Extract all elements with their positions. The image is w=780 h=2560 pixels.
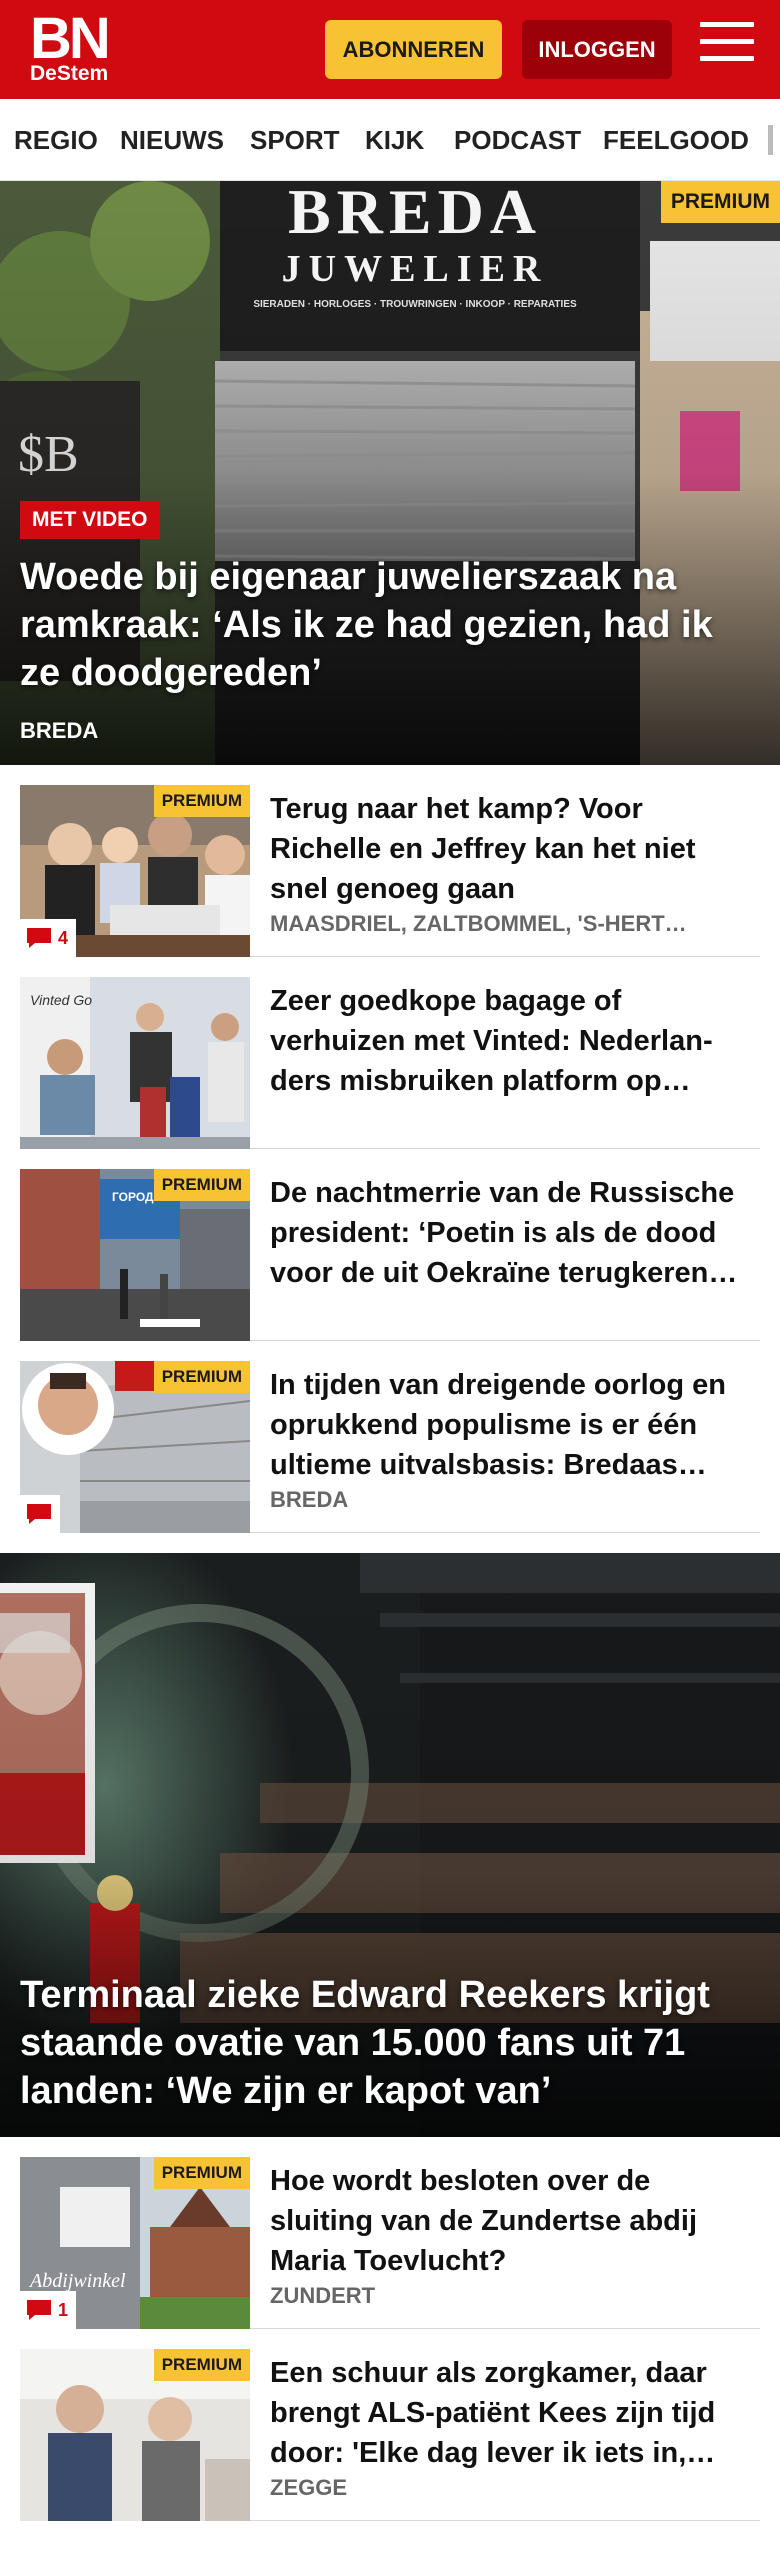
comment-icon	[27, 2300, 51, 2320]
article-thumbnail: Abdijwinkel PREMIUM 1	[20, 2157, 250, 2329]
nav-item-kijk[interactable]: KIJK	[365, 99, 424, 180]
nav-item-regio[interactable]: REGIO	[14, 99, 98, 180]
hero-2-title[interactable]: Terminaal zieke Edward Reekers krijgt st…	[20, 1971, 760, 2115]
article-title[interactable]: De nachtmerrie van de Russische presiden…	[270, 1173, 750, 1293]
article-2-image: Vinted Go	[20, 977, 250, 1149]
svg-text:JUWELIER: JUWELIER	[282, 248, 549, 290]
premium-badge: PREMIUM	[660, 181, 780, 223]
section-nav: REGIO NIEUWS SPORT KIJK PODCAST FEELGOOD	[0, 99, 780, 181]
article-thumbnail: Vinted Go	[20, 977, 250, 1149]
comment-icon	[27, 1504, 51, 1524]
comment-count-value: 1	[58, 2299, 69, 2320]
comment-count[interactable]: 4	[20, 919, 77, 957]
menu-icon[interactable]	[700, 22, 754, 72]
list-item[interactable]: ГОРОД РОССИИ PREMIUM De nachtmerrie van …	[20, 1169, 760, 1341]
premium-badge: PREMIUM	[153, 2157, 250, 2189]
article-title[interactable]: Zeer goedkope bagage of verhuizen met Vi…	[270, 981, 750, 1101]
premium-badge: PREMIUM	[153, 2349, 250, 2381]
comment-count-value: 4	[58, 927, 69, 948]
article-title[interactable]: In tijden van dreigende oorlog en oprukk…	[270, 1365, 750, 1485]
article-title[interactable]: Terug naar het kamp? Voor Richelle en Je…	[270, 789, 750, 909]
hero-article-2[interactable]: Terminaal zieke Edward Reekers krijgt st…	[0, 1553, 780, 2137]
article-location: MAASDRIEL, ZALTBOMMEL, 'S-HERT…	[270, 911, 687, 936]
svg-text:Abdijwinkel: Abdijwinkel	[28, 2270, 126, 2292]
nav-item-sport[interactable]: SPORT	[250, 99, 340, 180]
premium-badge: PREMIUM	[153, 1169, 250, 1201]
svg-text:BREDA: BREDA	[288, 181, 542, 247]
subscribe-button[interactable]: ABONNEREN	[325, 20, 502, 79]
list-item[interactable]: Vinted Go Zeer goedkope bagage of verhui…	[20, 977, 760, 1149]
nav-overflow-hint	[768, 125, 773, 155]
hero-1-title[interactable]: Woede bij eigenaar juwelierszaak na ramk…	[20, 553, 760, 697]
list-item[interactable]: Abdijwinkel PREMIUM 1 Hoe wordt besloten…	[20, 2157, 760, 2329]
article-title[interactable]: Hoe wordt besloten over de sluiting van …	[270, 2161, 750, 2281]
article-title[interactable]: Een schuur als zorgkamer, daar brengt AL…	[270, 2353, 750, 2473]
svg-text:SIERADEN · HORLOGES · TROUWRIN: SIERADEN · HORLOGES · TROUWRINGEN · INKO…	[253, 299, 577, 310]
svg-text:Vinted Go: Vinted Go	[30, 992, 92, 1008]
premium-badge: PREMIUM	[153, 1361, 250, 1393]
premium-badge: PREMIUM	[153, 785, 250, 817]
article-thumbnail: PREMIUM 4	[20, 785, 250, 957]
nav-item-podcast[interactable]: PODCAST	[454, 99, 581, 180]
nav-item-nieuws[interactable]: NIEUWS	[120, 99, 224, 180]
logo-bn: BN	[30, 6, 111, 71]
hero-1-location: BREDA	[20, 718, 99, 743]
list-item[interactable]: PREMIUM 4 Terug naar het kamp? Voor Rich…	[20, 785, 760, 957]
comment-count[interactable]	[20, 1495, 60, 1533]
article-thumbnail: PREMIUM	[20, 1361, 250, 1533]
comment-count[interactable]: 1	[20, 2291, 77, 2329]
logo-destem: DeStem	[30, 62, 109, 85]
comment-icon	[27, 928, 51, 948]
article-thumbnail: ГОРОД РОССИИ PREMIUM	[20, 1169, 250, 1341]
site-header: BN DeStem ABONNEREN INLOGGEN	[0, 0, 780, 99]
article-location: ZUNDERT	[270, 2283, 376, 2308]
video-badge: MET VIDEO	[20, 501, 160, 539]
article-location: ZEGGE	[270, 2475, 348, 2500]
hero-article-1[interactable]: $B BREDA JUWELIER SIERADEN · HORLOGES · …	[0, 181, 780, 765]
article-thumbnail: PREMIUM	[20, 2349, 250, 2521]
site-logo[interactable]: BN DeStem	[30, 6, 111, 85]
article-location: BREDA	[270, 1487, 349, 1512]
list-item[interactable]: PREMIUM Een schuur als zorgkamer, daar b…	[20, 2349, 760, 2521]
login-button[interactable]: INLOGGEN	[522, 20, 672, 79]
list-item[interactable]: PREMIUM In tijden van dreigende oorlog e…	[20, 1361, 760, 1533]
nav-item-feelgood[interactable]: FEELGOOD	[603, 99, 749, 180]
